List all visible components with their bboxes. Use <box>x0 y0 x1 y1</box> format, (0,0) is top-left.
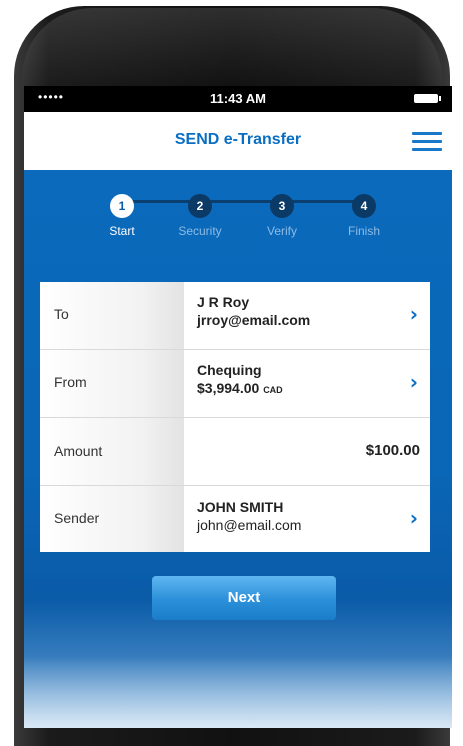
step-number: 4 <box>352 194 376 218</box>
to-label-cell: To <box>40 282 184 349</box>
from-row[interactable]: From Chequing $3,994.00 CAD › <box>40 350 430 418</box>
app-header: SEND e-Transfer <box>24 112 452 170</box>
page-title: SEND e-Transfer <box>174 131 302 148</box>
status-bar: ••••• 11:43 AM <box>24 86 452 112</box>
from-label: From <box>54 374 87 390</box>
hamburger-menu-icon[interactable] <box>412 132 442 152</box>
to-label: To <box>54 306 69 322</box>
chevron-right-icon[interactable]: › <box>410 370 418 394</box>
account-name: Chequing <box>197 362 262 378</box>
to-row[interactable]: To J R Roy jrroy@email.com › <box>40 282 430 350</box>
step-finish: 4 Finish <box>334 194 394 238</box>
chevron-right-icon[interactable]: › <box>410 302 418 326</box>
currency-code: CAD <box>263 385 283 395</box>
step-verify: 3 Verify <box>252 194 312 238</box>
sender-name: JOHN SMITH <box>197 499 284 515</box>
amount-label: Amount <box>54 443 103 459</box>
step-progress: 1 Start 2 Security 3 Verify 4 Finish <box>24 194 452 254</box>
account-value: Chequing $3,994.00 CAD <box>197 362 283 396</box>
app-screen: ••••• 11:43 AM SEND e-Transfer 1 Start 2… <box>24 86 452 728</box>
phone-shine <box>22 8 442 88</box>
from-label-cell: From <box>40 350 184 417</box>
amount-label-cell: Amount <box>40 418 184 485</box>
sender-email: john@email.com <box>197 517 302 533</box>
sender-row[interactable]: Sender JOHN SMITH john@email.com › <box>40 486 430 552</box>
amount-value[interactable]: $100.00 <box>366 442 420 459</box>
sender-label-cell: Sender <box>40 486 184 552</box>
recipient-email: jrroy@email.com <box>197 312 311 328</box>
step-security: 2 Security <box>170 194 230 238</box>
next-button[interactable]: Next <box>152 576 336 620</box>
step-label: Finish <box>347 224 380 238</box>
recipient-name: J R Roy <box>197 294 250 310</box>
step-label: Start <box>109 224 135 238</box>
transfer-form: To J R Roy jrroy@email.com › From Chequi… <box>40 282 430 552</box>
step-number: 3 <box>270 194 294 218</box>
amount-row[interactable]: Amount $100.00 <box>40 418 430 486</box>
step-number: 2 <box>188 194 212 218</box>
sender-value: JOHN SMITH john@email.com <box>197 499 301 533</box>
status-time: 11:43 AM <box>210 91 266 106</box>
bottom-glow <box>24 656 452 728</box>
battery-icon <box>414 94 441 103</box>
chevron-right-icon[interactable]: › <box>410 506 418 530</box>
step-label: Verify <box>266 224 297 238</box>
account-balance: $3,994.00 <box>197 380 260 396</box>
step-label: Security <box>178 224 222 238</box>
recipient-value: J R Roy jrroy@email.com <box>197 294 310 328</box>
step-number: 1 <box>110 194 134 218</box>
sender-label: Sender <box>54 510 100 526</box>
step-start: 1 Start <box>92 194 152 238</box>
